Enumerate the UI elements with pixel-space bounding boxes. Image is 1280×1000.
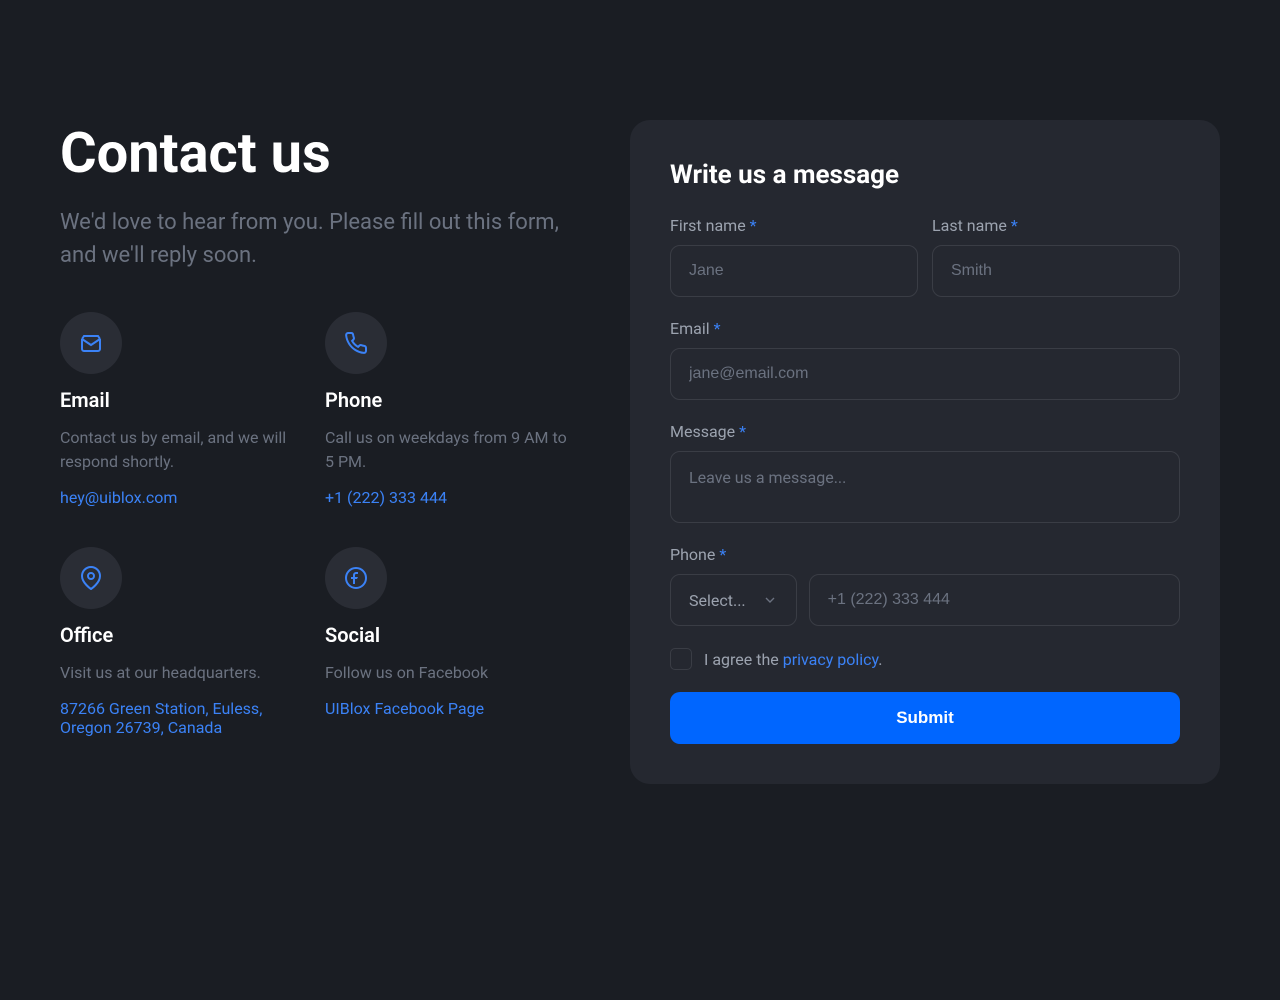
chevron-down-icon [762, 592, 778, 608]
privacy-policy-link[interactable]: privacy policy [783, 650, 879, 669]
submit-button[interactable]: Submit [670, 692, 1180, 744]
info-card-office: Office Visit us at our headquarters. 872… [60, 547, 305, 737]
last-name-input[interactable] [932, 245, 1180, 297]
agreement-checkbox[interactable] [670, 648, 692, 670]
info-card-email: Email Contact us by email, and we will r… [60, 312, 305, 507]
first-name-input[interactable] [670, 245, 918, 297]
info-card-phone: Phone Call us on weekdays from 9 AM to 5… [325, 312, 570, 507]
info-description-office: Visit us at our headquarters. [60, 661, 305, 685]
mail-icon [60, 312, 122, 374]
phone-label: Phone * [670, 545, 1180, 564]
agreement-label: I agree the privacy policy. [704, 650, 882, 669]
last-name-label: Last name * [932, 216, 1180, 235]
facebook-icon [325, 547, 387, 609]
phone-country-select[interactable]: Select... [670, 574, 797, 626]
info-title-phone: Phone [325, 388, 570, 412]
email-input[interactable] [670, 348, 1180, 400]
info-link-phone[interactable]: +1 (222) 333 444 [325, 488, 570, 507]
first-name-label: First name * [670, 216, 918, 235]
phone-icon [325, 312, 387, 374]
info-title-office: Office [60, 623, 305, 647]
info-title-email: Email [60, 388, 305, 412]
form-title: Write us a message [670, 160, 1180, 190]
info-link-social[interactable]: UIBlox Facebook Page [325, 699, 570, 718]
map-pin-icon [60, 547, 122, 609]
message-label: Message * [670, 422, 1180, 441]
email-label: Email * [670, 319, 1180, 338]
page-description: We'd love to hear from you. Please fill … [60, 206, 570, 272]
phone-input[interactable] [809, 574, 1180, 626]
info-link-email[interactable]: hey@uiblox.com [60, 488, 305, 507]
info-title-social: Social [325, 623, 570, 647]
info-description-social: Follow us on Facebook [325, 661, 570, 685]
select-label: Select... [689, 591, 746, 610]
info-card-social: Social Follow us on Facebook UIBlox Face… [325, 547, 570, 737]
info-description-phone: Call us on weekdays from 9 AM to 5 PM. [325, 426, 570, 474]
info-description-email: Contact us by email, and we will respond… [60, 426, 305, 474]
message-textarea[interactable] [670, 451, 1180, 523]
info-link-office[interactable]: 87266 Green Station, Euless, Oregon 2673… [60, 699, 305, 737]
page-title: Contact us [60, 120, 570, 186]
